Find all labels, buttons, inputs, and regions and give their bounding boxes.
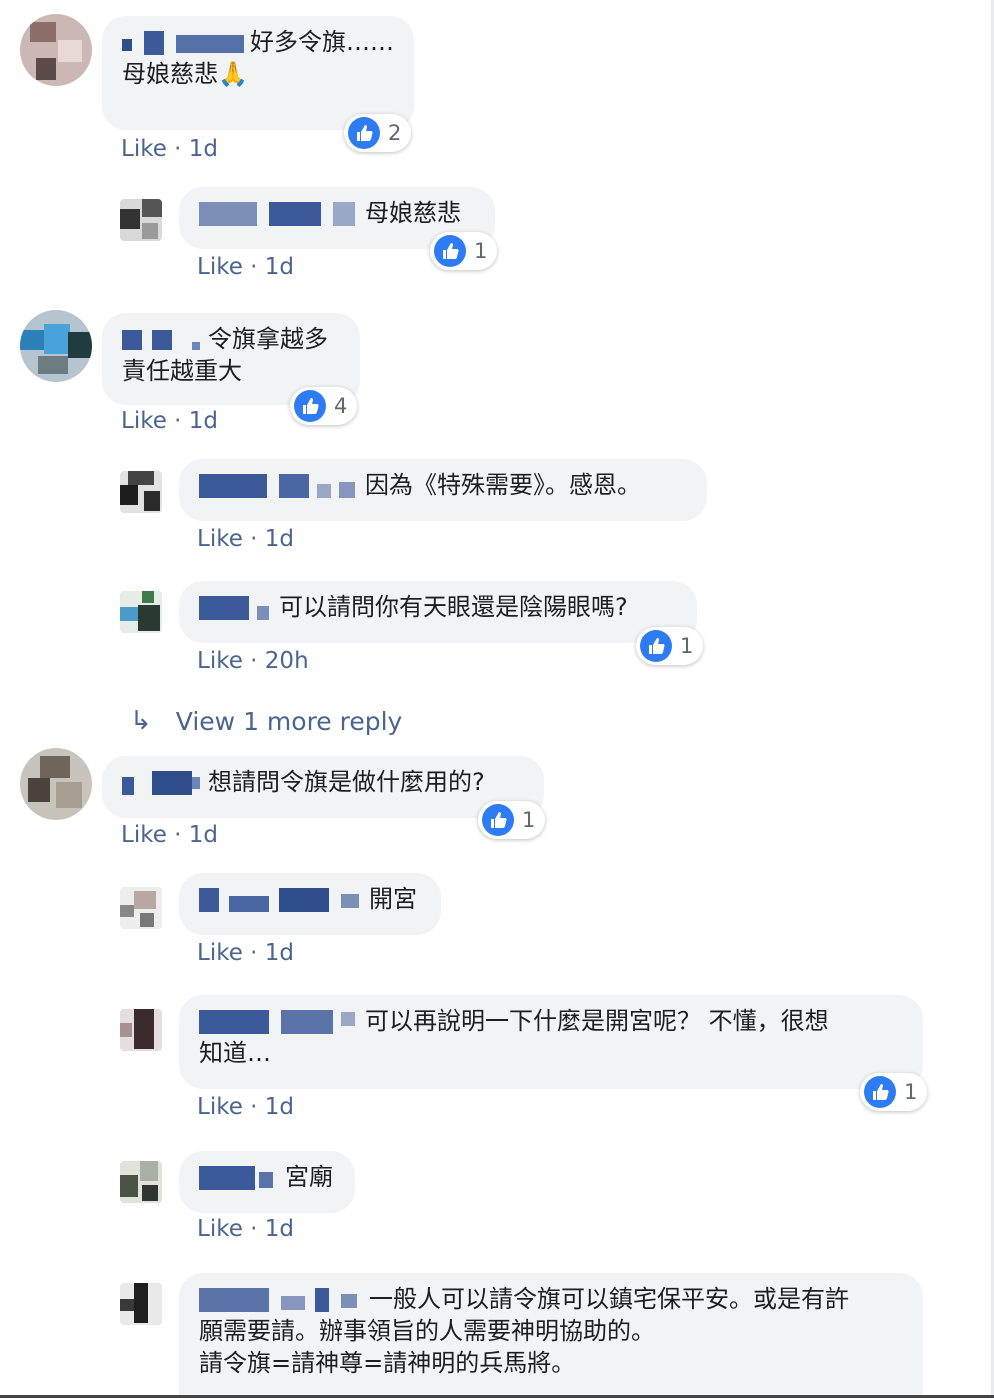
comment-meta: Like · 1d [197, 940, 295, 966]
reaction-badge[interactable]: 1 [860, 1073, 928, 1111]
timestamp[interactable]: 1d [265, 940, 294, 966]
view-more-replies-link[interactable]: ↳ View 1 more reply [130, 706, 402, 736]
timestamp[interactable]: 1d [189, 822, 218, 848]
like-link[interactable]: Like [197, 940, 243, 966]
timestamp[interactable]: 1d [265, 254, 294, 280]
blurred-author-name[interactable] [199, 1010, 359, 1034]
reaction-badge[interactable]: 2 [344, 114, 412, 152]
comment-meta: Like · 1d [197, 254, 295, 280]
reaction-count: 1 [522, 808, 536, 832]
like-link[interactable]: Like [121, 408, 167, 434]
reaction-badge[interactable]: 4 [290, 387, 358, 425]
thumbs-up-icon [294, 390, 326, 422]
blurred-author-name[interactable] [199, 202, 359, 226]
comment-bubble: 可以再說明一下什麼是開宮呢？ 不懂，很想 知道… [179, 995, 923, 1089]
reaction-count: 1 [904, 1080, 918, 1104]
reaction-badge[interactable]: 1 [430, 232, 498, 270]
avatar[interactable] [20, 14, 92, 86]
like-link[interactable]: Like [197, 1094, 243, 1120]
comment-bubble: 可以請問你有天眼還是陰陽眼嗎? [179, 581, 697, 643]
timestamp[interactable]: 1d [189, 136, 218, 162]
thumbs-up-icon [640, 630, 672, 662]
reaction-count: 1 [680, 634, 694, 658]
avatar[interactable] [120, 1283, 162, 1325]
blurred-author-name[interactable] [199, 596, 273, 620]
blurred-author-name[interactable] [122, 31, 244, 55]
comment-bubble: 開宮 [179, 873, 441, 935]
comment-text: 可以請問你有天眼還是陰陽眼嗎? [279, 593, 628, 621]
comment-meta: Like · 1d [121, 408, 219, 434]
reaction-count: 2 [388, 121, 402, 145]
comment-meta: Like · 1d [197, 1094, 295, 1120]
thumbs-up-icon [434, 235, 466, 267]
reaction-count: 4 [334, 394, 348, 418]
avatar[interactable] [120, 887, 162, 929]
comment-meta: Like · 1d [197, 526, 295, 552]
blurred-author-name[interactable] [199, 1166, 279, 1190]
comment-text: 宮廟 [285, 1163, 333, 1191]
like-link[interactable]: Like [197, 526, 243, 552]
like-link[interactable]: Like [197, 1216, 243, 1242]
reply-arrow-icon: ↳ [130, 706, 152, 736]
comment-bubble: 想請問令旗是做什麼用的? [102, 756, 544, 818]
timestamp[interactable]: 1d [189, 408, 218, 434]
like-link[interactable]: Like [121, 822, 167, 848]
thumbs-up-icon [348, 117, 380, 149]
avatar[interactable] [20, 748, 92, 820]
thumbs-up-icon [864, 1076, 896, 1108]
like-link[interactable]: Like [197, 648, 243, 674]
comment-meta: Like · 1d [121, 822, 219, 848]
comment-meta: Like · 20h [197, 648, 309, 674]
blurred-author-name[interactable] [122, 771, 202, 795]
timestamp[interactable]: 20h [265, 648, 309, 674]
avatar[interactable] [20, 310, 92, 382]
timestamp[interactable]: 1d [265, 1216, 294, 1242]
comment-bubble: 好多令旗…… 母娘慈悲🙏 [102, 16, 414, 130]
avatar[interactable] [120, 591, 162, 633]
like-link[interactable]: Like [121, 136, 167, 162]
blurred-author-name[interactable] [199, 888, 363, 912]
comment-text: 因為《特殊需要》。感恩。 [365, 471, 641, 499]
reaction-count: 1 [474, 239, 488, 263]
comment-text: 想請問令旗是做什麼用的? [208, 768, 485, 796]
comment-bubble: 因為《特殊需要》。感恩。 [179, 459, 707, 521]
comment-bubble: 一般人可以請令旗可以鎮宅保平安。或是有許 願需要請。辦事領旨的人需要神明協助的。… [179, 1273, 923, 1398]
avatar[interactable] [120, 1161, 162, 1203]
avatar[interactable] [120, 199, 162, 241]
reaction-badge[interactable]: 1 [478, 801, 546, 839]
comment-text: 母娘慈悲 [365, 199, 461, 227]
blurred-author-name[interactable] [122, 328, 202, 352]
comment-text: 開宮 [369, 885, 417, 913]
blurred-author-name[interactable] [199, 474, 359, 498]
comment-meta: Like · 1d [121, 136, 219, 162]
thumbs-up-icon [482, 804, 514, 836]
avatar[interactable] [120, 471, 162, 513]
like-link[interactable]: Like [197, 254, 243, 280]
comment-bubble: 宮廟 [179, 1151, 355, 1213]
view-more-label: View 1 more reply [175, 706, 403, 736]
comment-meta: Like · 1d [197, 1216, 295, 1242]
avatar[interactable] [120, 1009, 162, 1051]
timestamp[interactable]: 1d [265, 526, 294, 552]
blurred-author-name[interactable] [199, 1288, 363, 1312]
timestamp[interactable]: 1d [265, 1094, 294, 1120]
reaction-badge[interactable]: 1 [636, 627, 704, 665]
